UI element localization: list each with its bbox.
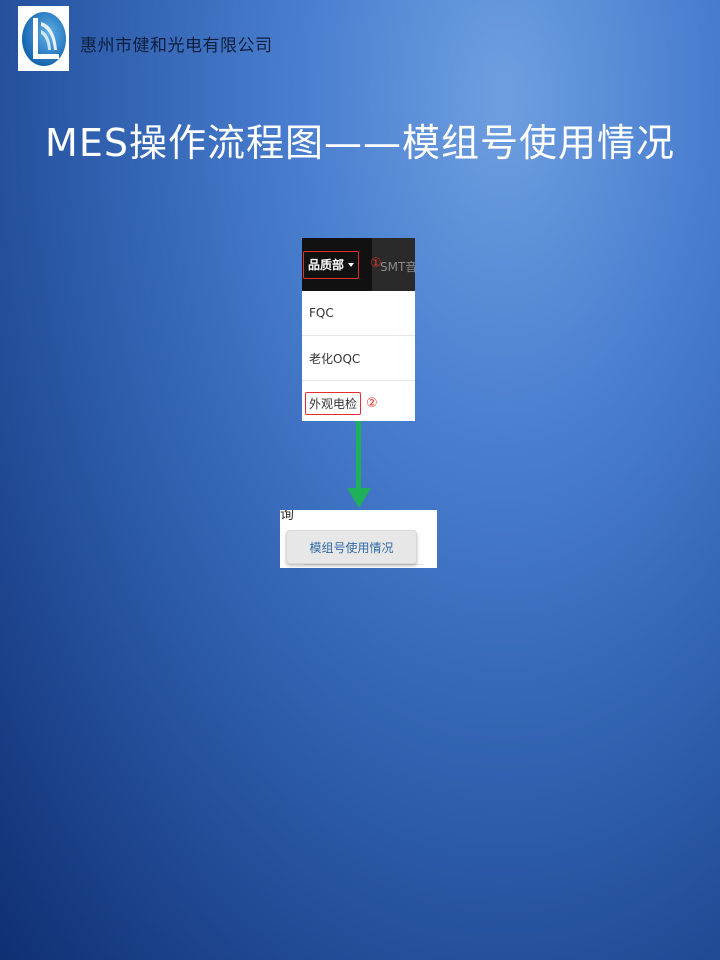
step-2-marker: ② (366, 395, 378, 411)
department-label: 品质部 (308, 258, 345, 272)
caret-down-icon (348, 262, 355, 267)
menu-item-label: FQC (309, 306, 334, 320)
menu-screenshot: 品质部 ① SMT音 FQC 老化OQC 外观电检 ② (302, 238, 415, 421)
arrow-down-icon (356, 421, 361, 491)
module-usage-button[interactable]: 模组号使用情况 (286, 530, 417, 564)
top-nav-bar: 品质部 ① SMT音 (302, 238, 415, 291)
department-dropdown-button[interactable]: 品质部 (303, 250, 360, 279)
divider (304, 564, 423, 568)
company-logo-icon (21, 11, 66, 66)
menu-item-aging-oqc[interactable]: 老化OQC (302, 336, 415, 381)
menu-item-label: 外观电检 (305, 391, 362, 415)
menu-item-fqc[interactable]: FQC (302, 291, 415, 336)
cropped-text-fragment: 询 (280, 510, 294, 523)
button-screenshot: 询 模组号使用情况 (280, 510, 437, 568)
nav-item-smt[interactable]: SMT音 (380, 258, 415, 275)
page-title: MES操作流程图——模组号使用情况 (45, 121, 675, 165)
company-logo (18, 6, 69, 71)
arrow-head (347, 488, 371, 508)
company-name: 惠州市健和光电有限公司 (80, 36, 273, 56)
step-1-marker: ① (370, 256, 382, 271)
menu-item-visual-electrical-check[interactable]: 外观电检 ② (302, 381, 415, 421)
menu-item-label: 老化OQC (309, 351, 361, 366)
